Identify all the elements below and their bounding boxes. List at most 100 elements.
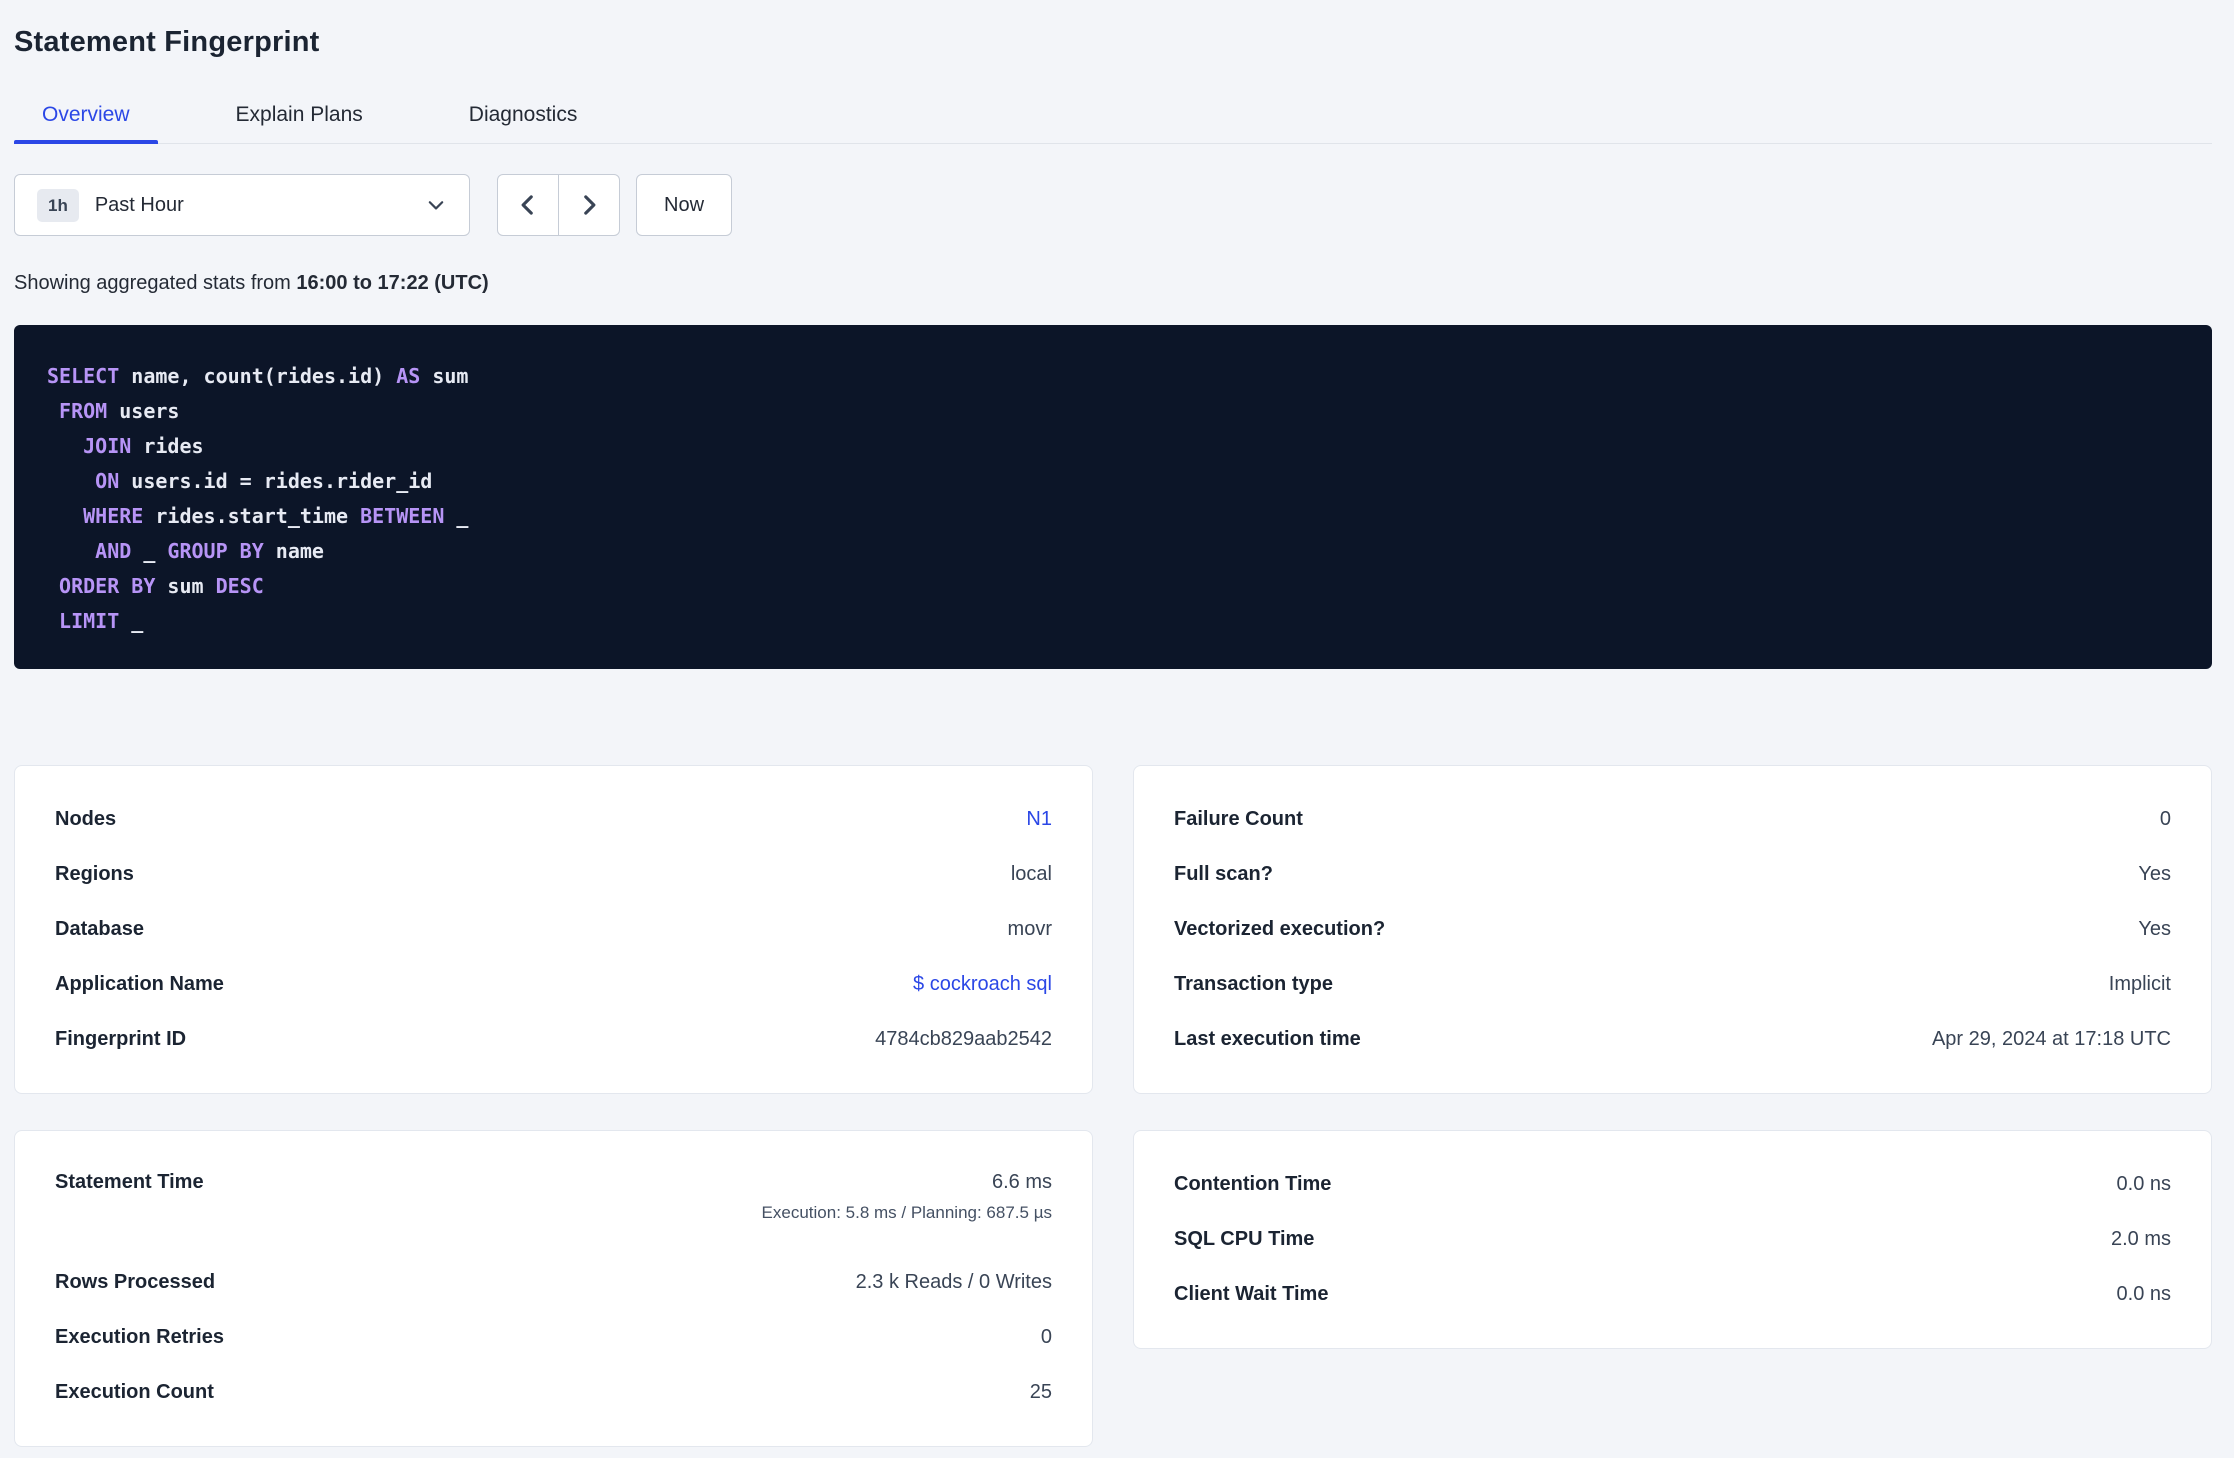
kv-value: Yes (2138, 863, 2171, 885)
tab-diagnostics-label: Diagnostics (468, 103, 578, 126)
kv-value-wrap: N1 (1026, 808, 1052, 831)
sql-text: rides.start_time (143, 504, 361, 528)
kv-label: Nodes (55, 808, 117, 830)
kv-label: Execution Count (55, 1381, 214, 1403)
kv-value-wrap: Apr 29, 2024 at 17:18 UTC (1932, 1028, 2171, 1051)
kv-label: Last execution time (1174, 1028, 1361, 1050)
stats-line-prefix: Showing aggregated stats from (14, 272, 297, 294)
chevron-down-icon (425, 194, 447, 216)
wait-times-card: Contention Time 0.0 ns SQL CPU Time 2.0 ms C… (1133, 1130, 2212, 1349)
kv-label: Contention Time (1174, 1173, 1332, 1195)
kv-value-wrap: 2.0 ms (2111, 1228, 2171, 1251)
kv-row: Execution Count 25 (55, 1365, 1052, 1420)
sql-keyword: SELECT (47, 364, 120, 388)
kv-label: Failure Count (1174, 808, 1303, 830)
kv-row: Failure Count 0 (1174, 792, 2171, 847)
kv-row: Transaction type Implicit (1174, 957, 2171, 1012)
kv-value-wrap: 25 (1030, 1381, 1052, 1404)
sql-line: ORDER BY sum DESC (47, 569, 2188, 604)
kv-row: Fingerprint ID 4784cb829aab2542 (55, 1012, 1052, 1067)
kv-row: SQL CPU Time 2.0 ms (1174, 1212, 2171, 1267)
kv-row: Last execution time Apr 29, 2024 at 17:18… (1174, 1012, 2171, 1067)
sql-text: name (263, 539, 324, 563)
sql-keyword: GROUP BY (167, 539, 264, 563)
kv-label: Vectorized execution? (1174, 918, 1386, 940)
kv-label: Application Name (55, 973, 224, 995)
summary-cards: Nodes N1 Regions local Database movr Applicati… (14, 765, 2212, 1447)
time-interval-dropdown[interactable]: 1h Past Hour (14, 174, 470, 236)
kv-label: Database (55, 918, 144, 940)
sql-text: _ (444, 504, 469, 528)
kv-value-wrap: 0 (1041, 1326, 1052, 1349)
sql-text: _ (119, 609, 144, 633)
kv-label: Statement Time (55, 1171, 204, 1193)
stats-time-range: 16:00 to 17:22 (UTC) (296, 272, 489, 294)
kv-value-wrap: local (1011, 863, 1052, 886)
kv-value-link[interactable]: N1 (1026, 808, 1052, 831)
kv-value: 0.0 ns (2116, 1173, 2171, 1195)
kv-label: Fingerprint ID (55, 1028, 187, 1050)
kv-label: Execution Retries (55, 1326, 224, 1348)
tab-overview[interactable]: Overview (14, 93, 158, 144)
kv-value-wrap: Yes (2138, 863, 2171, 886)
tab-explain-plans[interactable]: Explain Plans (208, 93, 391, 143)
kv-label: Full scan? (1174, 863, 1273, 885)
next-interval-button[interactable] (558, 174, 620, 236)
kv-value-wrap: Yes (2138, 918, 2171, 941)
chevron-left-icon (515, 192, 541, 218)
sql-text: name, count(rides.id) (119, 364, 397, 388)
interval-label: Past Hour (94, 193, 184, 216)
sql-line: FROM users (47, 394, 2188, 429)
sql-keyword: WHERE (83, 504, 144, 528)
tab-diagnostics[interactable]: Diagnostics (441, 93, 606, 143)
kv-row: Application Name $ cockroach sql (55, 957, 1052, 1012)
kv-value-wrap: 4784cb829aab2542 (875, 1028, 1052, 1051)
sql-text: rides (131, 434, 204, 458)
kv-value: 25 (1029, 1381, 1052, 1403)
now-button[interactable]: Now (636, 174, 733, 236)
kv-value-wrap: 0.0 ns (2117, 1173, 2171, 1196)
kv-value: local (1010, 863, 1052, 885)
sql-keyword: JOIN (83, 434, 132, 458)
sql-text: users.id = rides.rider_id (119, 469, 433, 493)
statement-details-card: Nodes N1 Regions local Database movr Applicati… (14, 765, 1093, 1094)
page-title: Statement Fingerprint (14, 26, 320, 58)
kv-value: 2.3 k Reads / 0 Writes (855, 1271, 1052, 1293)
sql-line: JOIN rides (47, 429, 2188, 464)
sql-keyword: ORDER BY (59, 574, 156, 598)
execution-attributes-card: Failure Count 0 Full scan? Yes Vectorized ex… (1133, 765, 2212, 1094)
sql-line: ON users.id = rides.rider_id (47, 464, 2188, 499)
sql-text: _ (131, 539, 168, 563)
kv-row: Execution Retries 0 (55, 1310, 1052, 1365)
kv-value-wrap: 6.6 ms Execution: 5.8 ms / Planning: 687.… (762, 1171, 1052, 1223)
prev-interval-button[interactable] (497, 174, 559, 236)
statement-times-card: Statement Time 6.6 ms Execution: 5.8 ms / … (14, 1130, 1093, 1447)
statement-fingerprint-page: Statement Fingerprint Overview Explain P… (0, 0, 2234, 1447)
kv-value-wrap: 0.0 ns (2117, 1283, 2171, 1306)
sql-line: AND _ GROUP BY name (47, 534, 2188, 569)
aggregated-stats-line: Showing aggregated stats from 16:00 to 1… (14, 272, 2212, 295)
kv-row: Vectorized execution? Yes (1174, 902, 2171, 957)
sql-line: SELECT name, count(rides.id) AS sum (47, 359, 2188, 394)
kv-label: Client Wait Time (1174, 1283, 1329, 1305)
kv-value: Yes (2138, 918, 2171, 940)
sql-keyword: BETWEEN (360, 504, 445, 528)
sql-keyword: LIMIT (59, 609, 120, 633)
kv-row: Full scan? Yes (1174, 847, 2171, 902)
kv-value: Apr 29, 2024 at 17:18 UTC (1931, 1028, 2171, 1050)
sql-text: sum (155, 574, 216, 598)
kv-row: Client Wait Time 0.0 ns (1174, 1267, 2171, 1322)
kv-value-wrap: Implicit (2109, 973, 2171, 996)
kv-value-wrap: movr (1008, 918, 1052, 941)
kv-value: Implicit (2108, 973, 2171, 995)
sql-keyword: AS (396, 364, 421, 388)
kv-value: 2.0 ms (2110, 1228, 2171, 1250)
kv-value-wrap: 0 (2160, 808, 2171, 831)
kv-value: 4784cb829aab2542 (875, 1028, 1052, 1050)
kv-value-link[interactable]: $ cockroach sql (913, 973, 1052, 996)
